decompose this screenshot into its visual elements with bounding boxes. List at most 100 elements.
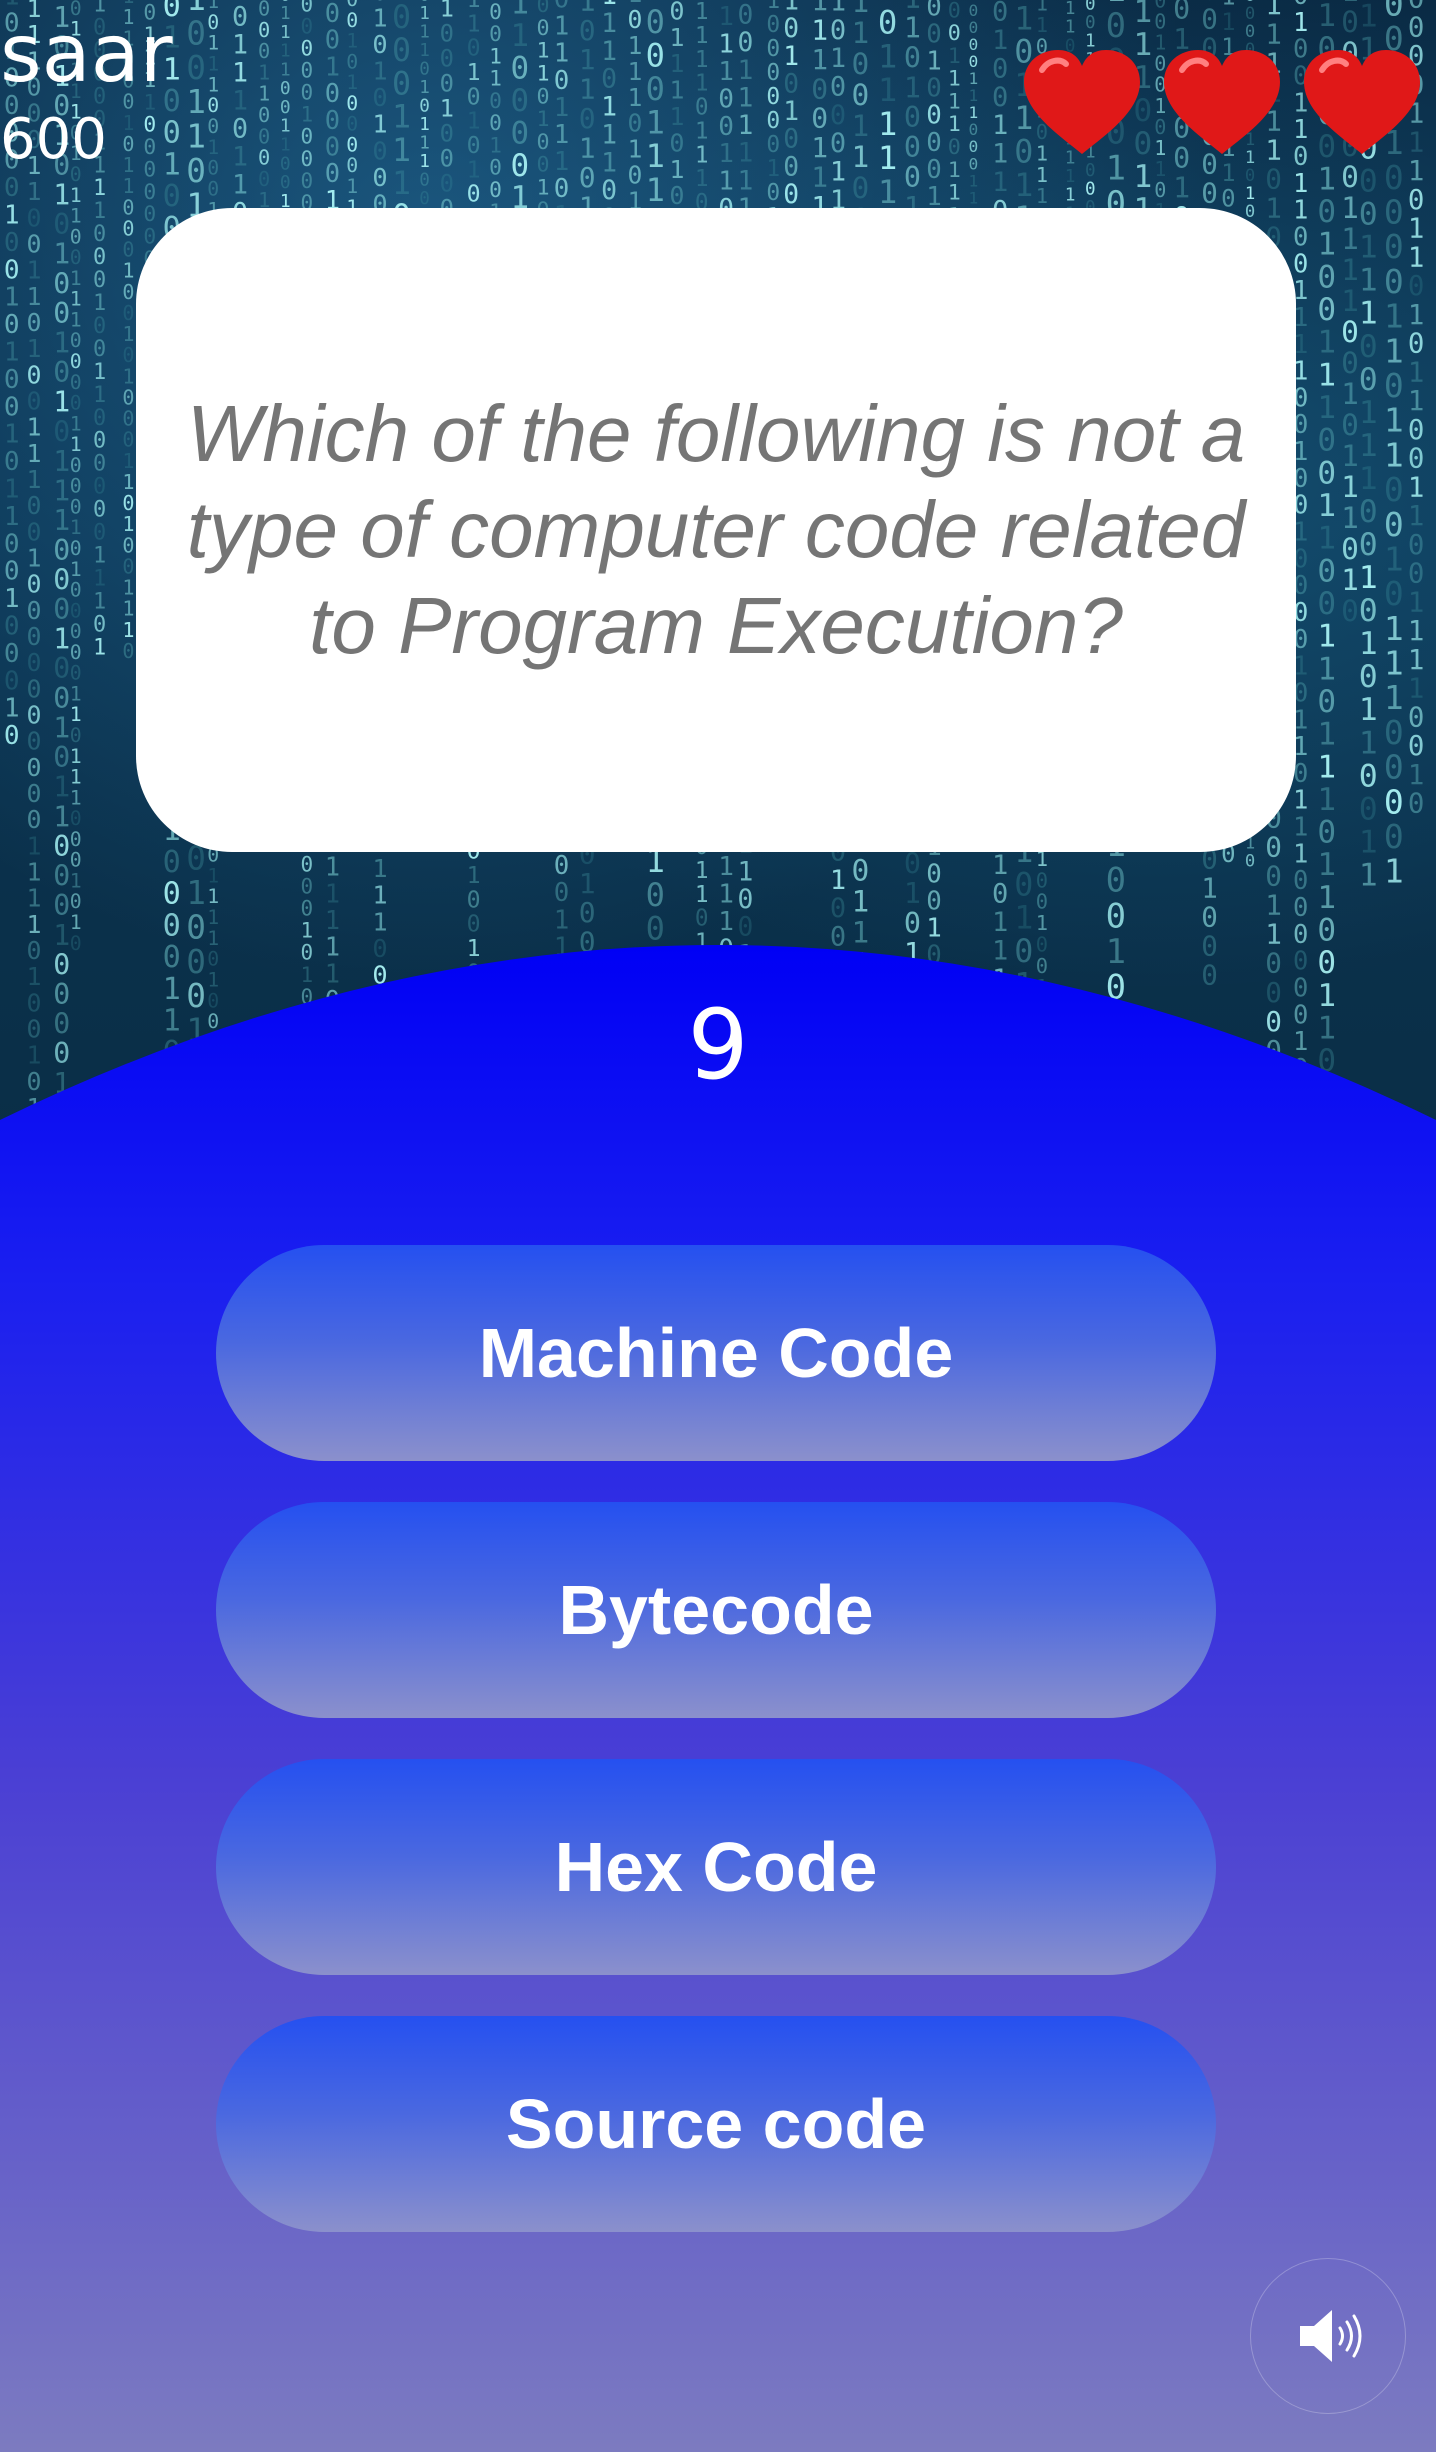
answer-button-1[interactable]: Machine Code bbox=[216, 1245, 1216, 1461]
svg-text:0: 0 bbox=[489, 155, 502, 180]
svg-text:1: 1 bbox=[1359, 857, 1378, 893]
svg-text:1: 1 bbox=[1317, 161, 1336, 197]
svg-text:1: 1 bbox=[1221, 159, 1235, 187]
svg-text:1: 1 bbox=[440, 94, 454, 122]
svg-text:0: 0 bbox=[1384, 262, 1404, 301]
svg-text:0: 0 bbox=[1384, 748, 1404, 787]
svg-text:0: 0 bbox=[70, 371, 82, 394]
svg-text:0: 0 bbox=[301, 875, 314, 899]
answer-button-4[interactable]: Source code bbox=[216, 2016, 1216, 2232]
svg-text:1: 1 bbox=[392, 166, 411, 202]
svg-text:1: 1 bbox=[489, 43, 502, 68]
svg-text:0: 0 bbox=[372, 163, 387, 192]
svg-text:0: 0 bbox=[579, 896, 596, 929]
svg-text:0: 0 bbox=[70, 620, 82, 643]
svg-text:1: 1 bbox=[738, 83, 754, 113]
svg-text:0: 0 bbox=[346, 92, 358, 115]
svg-text:1: 1 bbox=[325, 878, 340, 908]
svg-text:1: 1 bbox=[70, 288, 82, 311]
svg-text:0: 0 bbox=[992, 0, 1008, 27]
svg-text:0: 0 bbox=[904, 42, 921, 75]
svg-text:1: 1 bbox=[1317, 390, 1336, 426]
svg-text:1: 1 bbox=[70, 516, 82, 539]
svg-text:0: 0 bbox=[232, 114, 248, 145]
svg-text:0: 0 bbox=[70, 454, 82, 477]
svg-text:1: 1 bbox=[1317, 488, 1336, 524]
svg-text:0: 0 bbox=[926, 128, 942, 158]
svg-text:0: 0 bbox=[926, 101, 942, 131]
question-text: Which of the following is not a type of … bbox=[186, 389, 1246, 670]
svg-text:1: 1 bbox=[669, 102, 684, 131]
svg-text:1: 1 bbox=[207, 864, 219, 887]
svg-text:1: 1 bbox=[695, 71, 709, 97]
svg-text:1: 1 bbox=[646, 171, 665, 209]
svg-text:1: 1 bbox=[232, 58, 248, 89]
svg-text:0: 0 bbox=[53, 267, 70, 300]
svg-text:1: 1 bbox=[1341, 563, 1359, 597]
svg-text:0: 0 bbox=[554, 878, 570, 908]
svg-text:1: 1 bbox=[695, 166, 709, 192]
svg-text:0: 0 bbox=[325, 78, 340, 108]
svg-text:1: 1 bbox=[70, 682, 82, 705]
svg-text:0: 0 bbox=[1317, 553, 1336, 589]
svg-text:0: 0 bbox=[830, 15, 846, 46]
svg-text:0: 0 bbox=[440, 19, 454, 47]
svg-text:0: 0 bbox=[1359, 593, 1378, 629]
svg-text:0: 0 bbox=[70, 662, 82, 685]
svg-text:0: 0 bbox=[301, 37, 314, 61]
svg-text:1: 1 bbox=[1384, 435, 1404, 474]
speaker-icon bbox=[1300, 2310, 1362, 2362]
svg-text:0: 0 bbox=[948, 0, 961, 23]
svg-text:0: 0 bbox=[325, 25, 340, 55]
svg-text:1: 1 bbox=[1408, 300, 1425, 331]
svg-text:0: 0 bbox=[93, 429, 106, 454]
svg-text:1: 1 bbox=[1341, 439, 1359, 473]
svg-text:1: 1 bbox=[830, 157, 846, 188]
svg-text:1: 1 bbox=[4, 420, 20, 450]
svg-text:1: 1 bbox=[1384, 644, 1404, 683]
svg-text:1: 1 bbox=[93, 589, 106, 614]
svg-text:1: 1 bbox=[948, 112, 961, 137]
svg-text:1: 1 bbox=[992, 167, 1008, 198]
svg-text:0: 0 bbox=[93, 498, 106, 523]
svg-text:0: 0 bbox=[537, 84, 550, 109]
svg-text:1: 1 bbox=[1173, 172, 1190, 205]
svg-text:1: 1 bbox=[4, 475, 20, 505]
svg-text:1: 1 bbox=[1036, 13, 1048, 37]
svg-text:1: 1 bbox=[93, 567, 106, 592]
svg-text:1: 1 bbox=[1359, 428, 1378, 464]
svg-text:0: 0 bbox=[1359, 758, 1378, 794]
svg-text:1: 1 bbox=[392, 133, 411, 169]
svg-text:0: 0 bbox=[392, 33, 411, 69]
svg-text:0: 0 bbox=[926, 74, 942, 104]
svg-text:0: 0 bbox=[440, 169, 454, 197]
svg-text:0: 0 bbox=[738, 885, 754, 915]
svg-text:0: 0 bbox=[70, 392, 82, 415]
svg-text:0: 0 bbox=[325, 105, 340, 135]
svg-text:0: 0 bbox=[143, 202, 156, 227]
svg-text:1: 1 bbox=[419, 41, 430, 61]
svg-text:0: 0 bbox=[852, 171, 870, 205]
svg-text:1: 1 bbox=[1341, 191, 1359, 225]
svg-text:1: 1 bbox=[601, 36, 617, 67]
svg-text:1: 1 bbox=[1408, 357, 1425, 388]
svg-text:1: 1 bbox=[948, 90, 961, 115]
svg-text:1: 1 bbox=[392, 100, 411, 136]
svg-text:1: 1 bbox=[232, 170, 248, 201]
svg-text:0: 0 bbox=[301, 897, 314, 921]
svg-text:1: 1 bbox=[511, 18, 530, 54]
answer-button-3[interactable]: Hex Code bbox=[216, 1759, 1216, 1975]
svg-text:1: 1 bbox=[830, 43, 846, 74]
answer-button-2[interactable]: Bytecode bbox=[216, 1502, 1216, 1718]
svg-text:0: 0 bbox=[601, 64, 617, 95]
svg-text:0: 0 bbox=[904, 131, 921, 164]
svg-text:0: 0 bbox=[301, 59, 314, 83]
svg-text:0: 0 bbox=[301, 853, 314, 877]
svg-text:0: 0 bbox=[537, 153, 550, 178]
svg-text:1: 1 bbox=[830, 865, 846, 896]
svg-text:0: 0 bbox=[467, 35, 481, 62]
sound-toggle-button[interactable] bbox=[1250, 2258, 1406, 2414]
svg-text:0: 0 bbox=[1384, 193, 1404, 232]
svg-text:0: 0 bbox=[511, 83, 530, 119]
svg-text:0: 0 bbox=[992, 879, 1008, 910]
